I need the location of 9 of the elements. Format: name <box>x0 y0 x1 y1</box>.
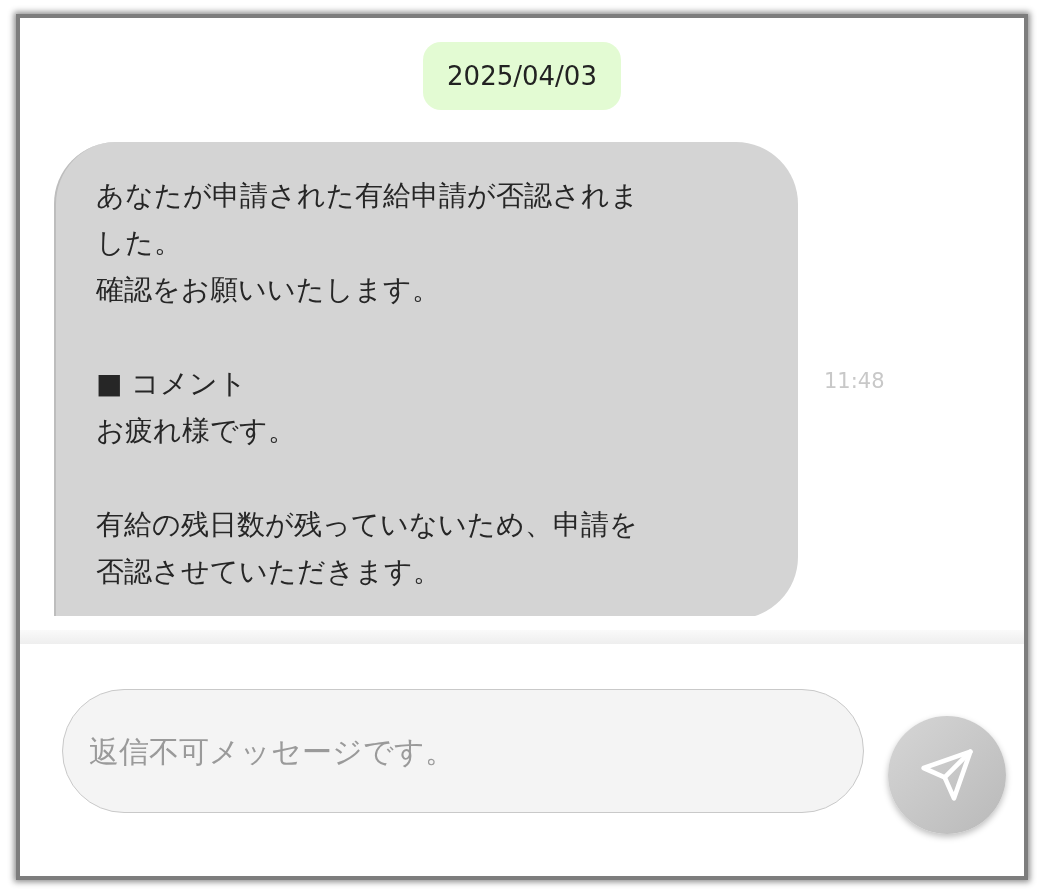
message-input-field[interactable]: 返信不可メッセージです。 <box>62 689 864 813</box>
message-line: 確認をお願いいたします。 <box>96 272 441 308</box>
message-line: あなたが申請された有給申請が否認されました。 <box>96 178 640 261</box>
date-badge: 2025/04/03 <box>423 42 621 110</box>
send-icon <box>919 747 975 803</box>
message-line: ■ コメント <box>96 366 249 402</box>
message-line: お疲れ様です。 <box>96 413 297 449</box>
send-button[interactable] <box>888 716 1006 834</box>
message-line: 有給の残日数が残っていないため、申請を否認させていただきます。 <box>96 507 639 590</box>
